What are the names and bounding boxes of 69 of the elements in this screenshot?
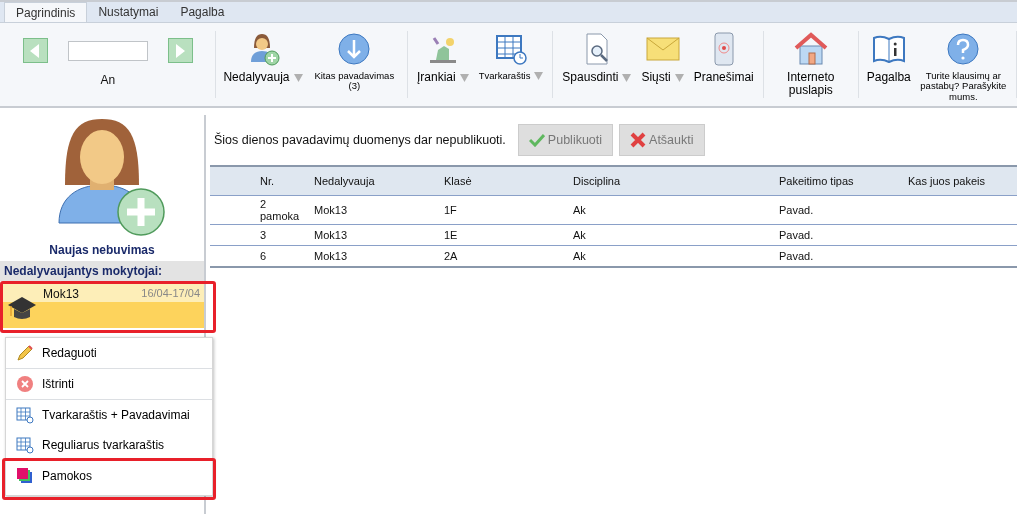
table-cell-text: Mok13 xyxy=(314,249,349,264)
ribbon-tab[interactable]: Pagalba xyxy=(169,2,236,22)
ribbon-tab[interactable]: Nustatymai xyxy=(87,2,170,22)
caret-icon xyxy=(534,72,544,81)
left-arrow-icon xyxy=(30,43,41,58)
ribbon-button[interactable]: Siųsti xyxy=(638,27,687,85)
table-cell-text: 1E xyxy=(444,228,459,243)
column-header: Kas juos pakeis xyxy=(908,174,987,189)
table-cell-text: 1F xyxy=(444,203,458,218)
menu-item[interactable]: Ištrinti xyxy=(6,369,212,399)
table-cell-text: Ak xyxy=(573,228,587,243)
check-icon xyxy=(528,133,545,147)
previous-button[interactable] xyxy=(22,38,48,63)
list-header: Nedalyvaujantys mokytojai: xyxy=(0,261,204,281)
ribbon-button[interactable]: Spausdinti xyxy=(559,27,635,85)
table-cell-text: Pavad. xyxy=(779,203,815,218)
caret-icon xyxy=(622,73,632,82)
column-header: Pakeitimo tipas xyxy=(779,174,855,189)
column-header: Nr. xyxy=(260,174,276,189)
book-icon xyxy=(871,34,906,64)
ribbon-button[interactable]: Pagalba xyxy=(864,27,913,85)
table-cell-text: Pavad. xyxy=(779,228,815,243)
help-icon xyxy=(947,33,980,65)
stacked-squares-icon xyxy=(16,467,34,485)
menu-item[interactable]: Tvarkaraštis + Pavadavimai xyxy=(6,400,212,430)
pencil-icon xyxy=(16,344,34,362)
right-arrow-icon xyxy=(175,43,186,58)
table-cell-text: Ak xyxy=(573,203,587,218)
ribbon-button[interactable]: Interneto puslapis xyxy=(769,27,852,98)
column-header: Nedalyvauja xyxy=(314,174,376,189)
table-cell-text: Ak xyxy=(573,249,587,264)
ribbon-button[interactable]: Nedalyvauja xyxy=(222,27,304,85)
column-header: Disciplina xyxy=(573,174,622,189)
next-button[interactable] xyxy=(167,38,193,63)
ribbon-button[interactable]: Pranešimai xyxy=(690,27,757,85)
menu-item[interactable]: Pamokos xyxy=(6,461,212,491)
menu-item[interactable]: Redaguoti xyxy=(6,338,212,368)
timetable-icon xyxy=(16,436,34,454)
caret-icon xyxy=(674,73,684,82)
close-icon xyxy=(630,132,647,148)
table-cell-text: Mok13 xyxy=(314,228,349,243)
timetable-icon xyxy=(16,406,34,424)
delete-icon xyxy=(16,375,34,393)
envelope-icon xyxy=(645,36,680,62)
menu-item[interactable]: Reguliarus tvarkaraštis xyxy=(6,430,212,460)
caret-icon xyxy=(459,73,469,82)
teacher-name: Mok13 xyxy=(43,287,80,301)
column-header: Klasė xyxy=(444,174,473,189)
new-absence-button[interactable]: Naujas nebuvimas xyxy=(0,115,204,257)
phone-icon xyxy=(713,32,734,66)
ribbon-tab[interactable]: Pagrindinis xyxy=(4,2,88,22)
caret-icon xyxy=(293,73,303,82)
table-cell-text: Pavad. xyxy=(779,249,815,264)
table-cell-text: 3 xyxy=(260,228,268,243)
notice-text: Šios dienos pavadavimų duomenys dar nepublikuoti. xyxy=(214,133,506,147)
table-cell-text: 2A xyxy=(444,249,459,264)
date-field[interactable] xyxy=(67,40,148,61)
ribbon-button[interactable]: Tvarkaraštis xyxy=(475,27,547,82)
table-cell-text: 2 pamoka xyxy=(260,197,301,224)
ribbon-button[interactable]: Kitas pavadavimas (3) xyxy=(307,27,402,92)
ribbon-button[interactable]: Turite klausimų ar pastabų? Parašykite mums. xyxy=(916,27,1011,103)
absence-dates: 16/04-17/04 xyxy=(141,287,200,299)
teacher-item[interactable]: Mok13 16/04-17/04 xyxy=(3,284,204,328)
ribbon-button[interactable]: Įrankiai xyxy=(414,27,472,85)
table-cell-text: Mok13 xyxy=(314,203,349,218)
table-cell-text: 6 xyxy=(260,249,268,264)
timetable-icon xyxy=(495,33,528,65)
day-label: An xyxy=(100,73,116,87)
house-icon xyxy=(793,32,828,66)
